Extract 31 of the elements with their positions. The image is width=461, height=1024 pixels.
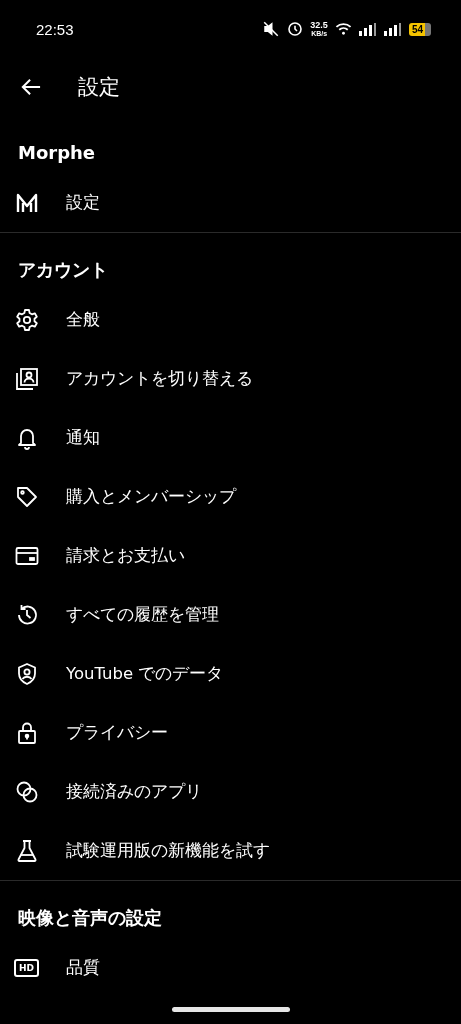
status-time: 22:53: [36, 20, 74, 38]
settings-item[interactable]: アカウントを切り替える: [0, 349, 461, 408]
signal-icon: [358, 22, 377, 36]
gear-icon: [14, 307, 39, 332]
m-logo-icon: [14, 191, 39, 214]
tag-icon: [14, 484, 39, 509]
signal-icon: [383, 22, 402, 36]
settings-item[interactable]: すべての履歴を管理: [0, 585, 461, 644]
overlapping-circles-icon: [14, 779, 39, 804]
settings-item[interactable]: 通知: [0, 408, 461, 467]
page-title: 設定: [78, 74, 120, 101]
settings-item[interactable]: 購入とメンバーシップ: [0, 467, 461, 526]
network-speed: 32.5: [310, 21, 328, 30]
settings-item[interactable]: 試験運用版の新機能を試す: [0, 821, 461, 880]
section-title: Morphe: [17, 141, 97, 165]
hd-badge: HD: [14, 958, 39, 977]
settings-item[interactable]: 全般: [0, 290, 461, 349]
section-title: 映像と音声の設定: [17, 906, 163, 930]
settings-item[interactable]: 請求とお支払い: [0, 526, 461, 585]
credit-card-icon: [14, 545, 39, 566]
account-box-icon: [14, 366, 39, 391]
settings-item[interactable]: プライバシー: [0, 703, 461, 762]
alarm-icon: [287, 21, 304, 37]
wifi-icon: [334, 22, 352, 36]
settings-item[interactable]: 接続済みのアプリ: [0, 762, 461, 821]
settings-item[interactable]: YouTube でのデータ: [0, 644, 461, 703]
mute-icon: [262, 20, 281, 38]
settings-item[interactable]: 設定: [0, 173, 461, 232]
back-arrow-icon: [20, 77, 42, 97]
section-title: アカウント: [17, 258, 109, 282]
settings-item[interactable]: HD 品質: [0, 938, 461, 997]
